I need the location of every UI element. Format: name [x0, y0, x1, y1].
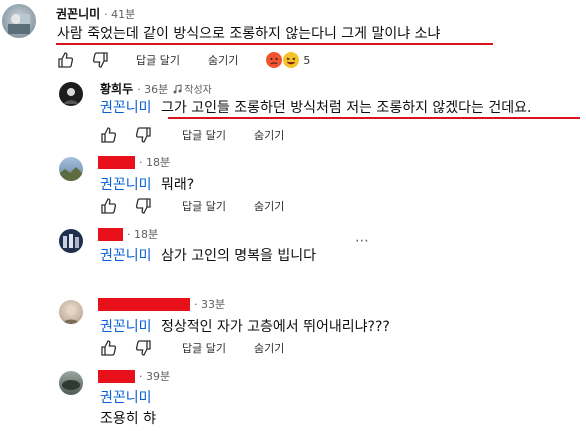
comment-actions: 답글 달기 숨기기	[100, 127, 284, 143]
comment-actions: 답글 달기 숨기기	[100, 198, 284, 214]
mention-link[interactable]: 권꼰니미	[100, 100, 152, 116]
mention-link[interactable]: 권꼰니미	[100, 177, 152, 193]
reply-button[interactable]: 답글 달기	[136, 52, 180, 68]
comment-meta: 권꼰니미 · 41분	[56, 5, 135, 22]
like-button[interactable]	[100, 198, 117, 214]
hide-button[interactable]: 숨기기	[254, 340, 284, 356]
comment-meta: · 18분	[98, 226, 158, 242]
timestamp[interactable]: · 36분	[137, 81, 168, 97]
dislike-button[interactable]	[135, 127, 152, 143]
timestamp[interactable]: · 39분	[139, 368, 170, 384]
red-underline	[168, 117, 580, 119]
thumbs-down-icon	[92, 52, 108, 68]
reply-button[interactable]: 답글 달기	[182, 340, 226, 356]
thumbs-down-icon	[135, 127, 151, 143]
comment-text: 권꼰니미 삼가 고인의 명복을 빕니다	[100, 248, 317, 264]
reply-button[interactable]: 답글 달기	[182, 198, 226, 214]
comment-actions: 답글 달기 숨기기	[100, 340, 284, 356]
redacted-username	[98, 369, 135, 383]
comment-actions: 답글 달기 숨기기 5	[57, 52, 310, 68]
avatar[interactable]	[59, 82, 83, 106]
hide-button[interactable]: 숨기기	[254, 198, 284, 214]
reactions[interactable]: 5	[266, 52, 310, 68]
like-button[interactable]	[100, 340, 117, 356]
author-name[interactable]: 황희두	[100, 80, 133, 97]
more-options-icon[interactable]: ⋯	[355, 233, 370, 249]
redacted-username	[98, 155, 135, 169]
thumbs-up-icon	[101, 198, 117, 214]
timestamp[interactable]: · 18분	[127, 226, 158, 242]
timestamp[interactable]: · 33분	[194, 296, 225, 312]
avatar[interactable]	[59, 371, 83, 395]
redacted-username	[98, 297, 190, 311]
comment-text: 권꼰니미 정상적인 자가 고층에서 뛰어내리냐???	[100, 319, 390, 335]
laughing-emoji-icon	[283, 52, 300, 68]
thumbs-up-icon	[101, 340, 117, 356]
like-button[interactable]	[57, 52, 74, 68]
comment-text: 권꼰니미 그가 고인들 조롱하던 방식처럼 저는 조롱하지 않겠다는 건데요.	[100, 100, 532, 116]
music-note-icon	[173, 83, 182, 93]
comment-meta: · 18분	[98, 154, 170, 170]
comment-text: 사람 죽었는데 같이 방식으로 조롱하지 않는다니 그게 말이냐 소냐	[57, 26, 441, 42]
thumbs-down-icon	[135, 198, 151, 214]
comment-mention-line: 권꼰니미	[100, 387, 152, 407]
thumbs-down-icon	[135, 340, 151, 356]
dislike-button[interactable]	[135, 340, 152, 356]
comment-meta: · 33분	[98, 296, 225, 312]
mention-link[interactable]: 권꼰니미	[100, 248, 152, 264]
thumbs-up-icon	[58, 52, 74, 68]
comment-meta: · 39분	[98, 368, 170, 384]
red-underline	[56, 43, 493, 45]
timestamp[interactable]: · 41분	[104, 6, 135, 22]
hide-button[interactable]: 숨기기	[208, 52, 238, 68]
avatar[interactable]	[59, 157, 83, 181]
reply-button[interactable]: 답글 달기	[182, 127, 226, 143]
comment-text: 조용히 햐	[100, 411, 156, 427]
comment-meta: 황희두 · 36분 작성자	[100, 80, 212, 97]
creator-badge: 작성자	[173, 81, 212, 96]
author-name[interactable]: 권꼰니미	[56, 5, 100, 22]
like-button[interactable]	[100, 127, 117, 143]
dislike-button[interactable]	[92, 52, 109, 68]
mention-link[interactable]: 권꼰니미	[100, 390, 152, 406]
timestamp[interactable]: · 18분	[139, 154, 170, 170]
redacted-username	[98, 227, 123, 241]
hide-button[interactable]: 숨기기	[254, 127, 284, 143]
avatar[interactable]	[59, 300, 83, 324]
angry-emoji-icon	[266, 52, 283, 68]
mention-link[interactable]: 권꼰니미	[100, 319, 152, 335]
avatar[interactable]	[2, 4, 36, 38]
reaction-count: 5	[303, 53, 311, 67]
avatar[interactable]	[59, 229, 83, 253]
dislike-button[interactable]	[135, 198, 152, 214]
comment-text: 권꼰니미 뭐래?	[100, 177, 195, 193]
thumbs-up-icon	[101, 127, 117, 143]
